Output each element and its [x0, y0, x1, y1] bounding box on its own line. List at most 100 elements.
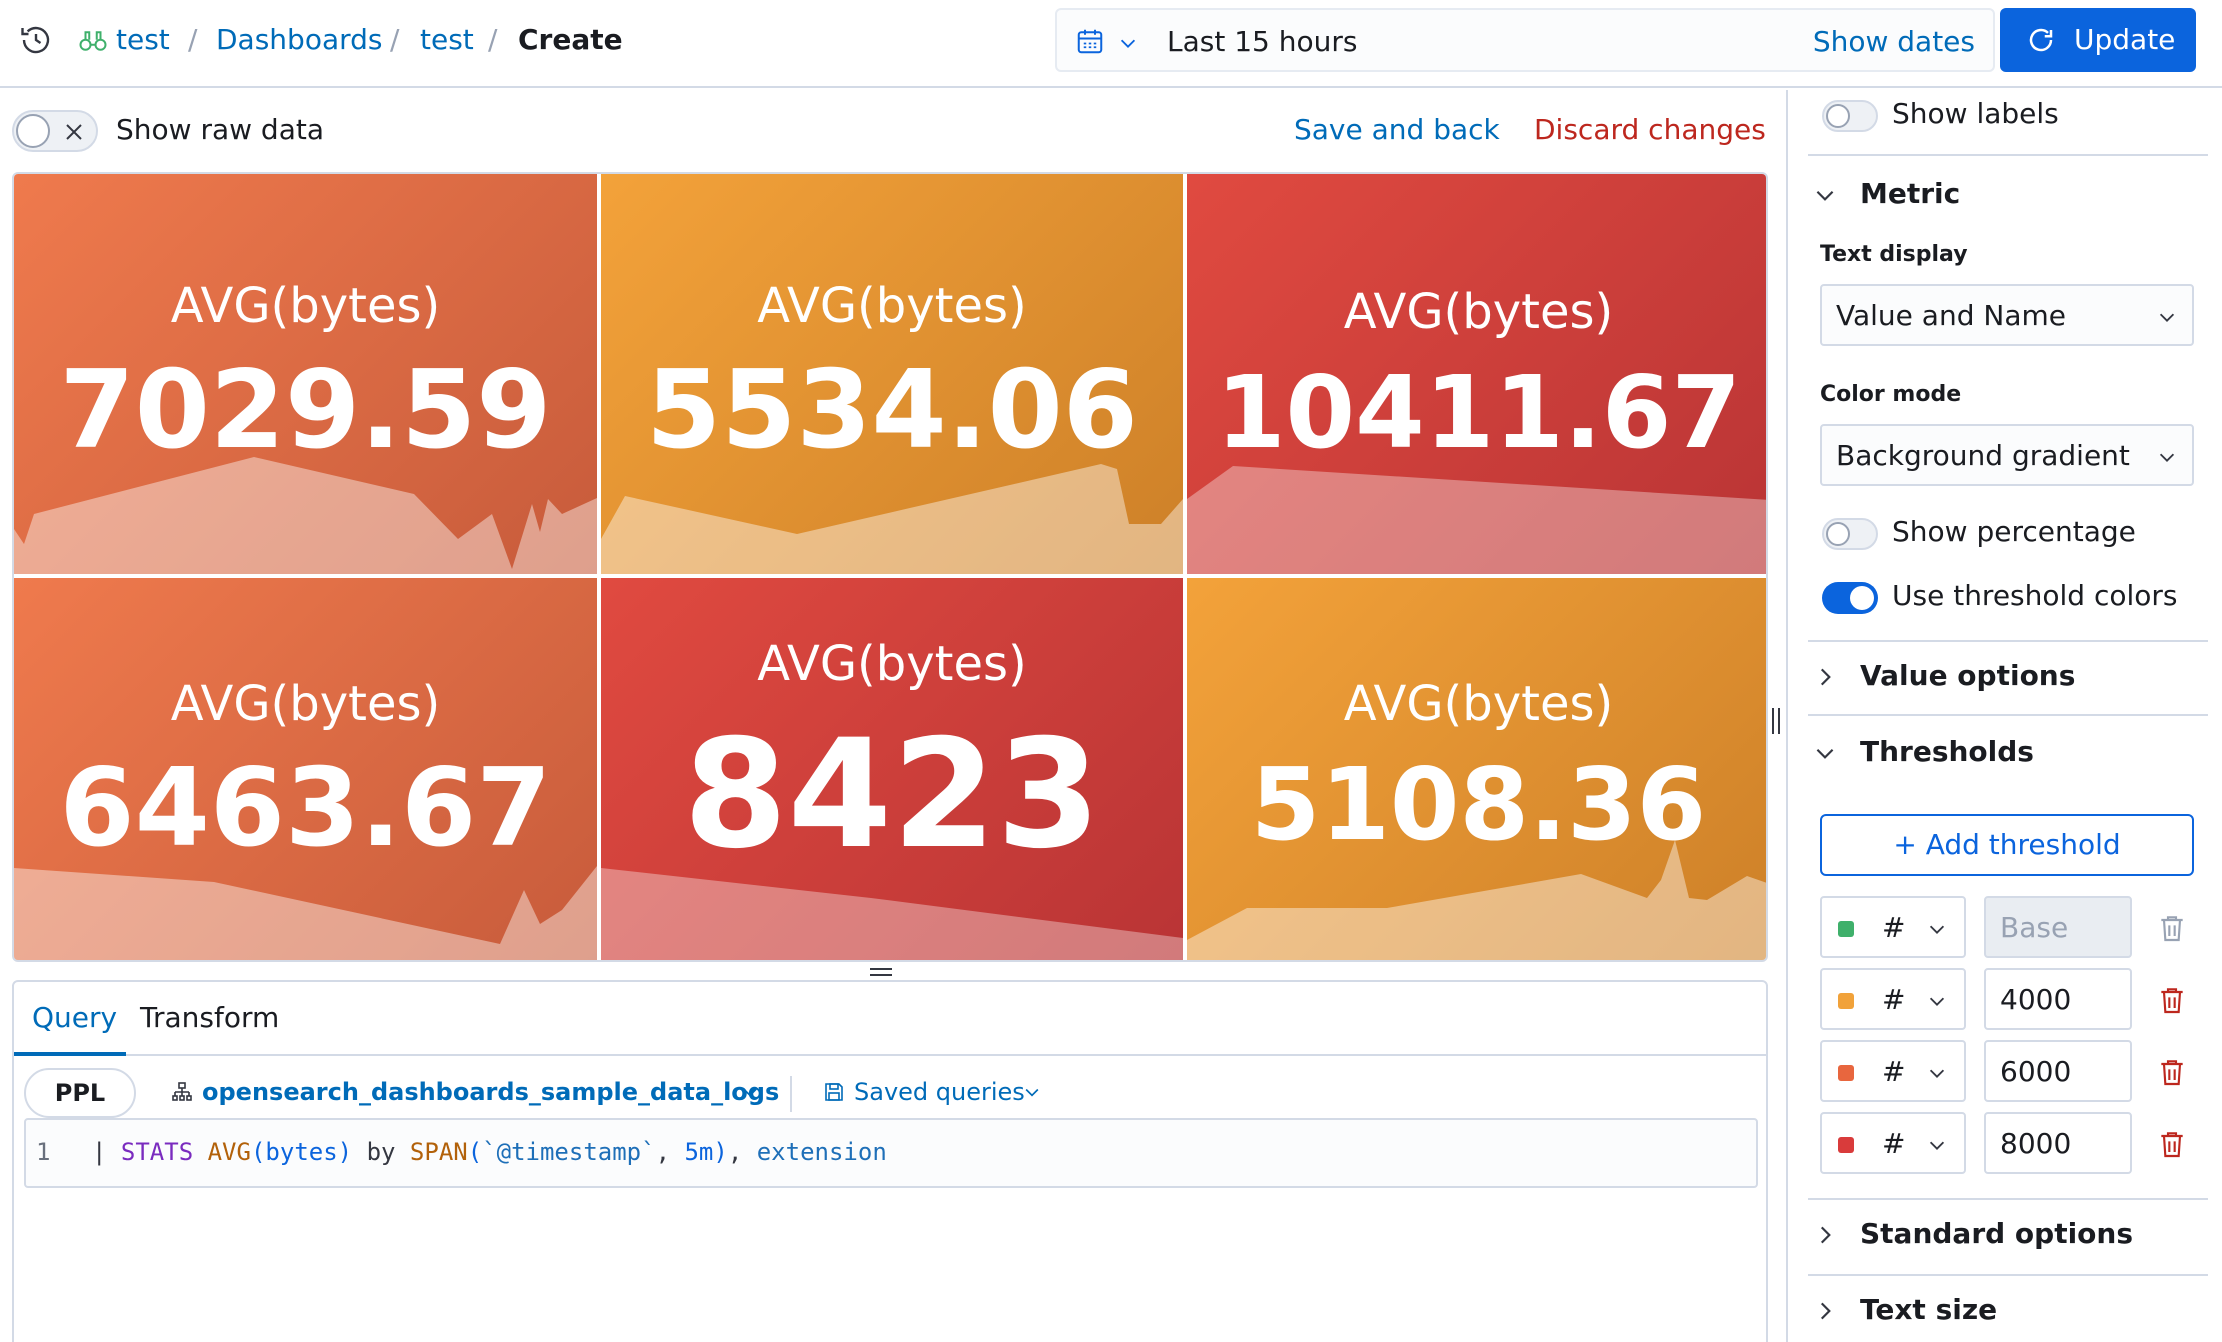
- chevron-down-icon[interactable]: [1812, 182, 1838, 208]
- show-dates-link[interactable]: Show dates: [1813, 24, 1975, 60]
- chevron-right-icon[interactable]: [1812, 664, 1838, 690]
- color-mode-value: Background gradient: [1836, 439, 2130, 472]
- section-divider: [1808, 1198, 2208, 1200]
- value-options-section[interactable]: Value options: [1860, 658, 2075, 694]
- trash-icon: [2161, 916, 2183, 942]
- refresh-icon: [2029, 28, 2053, 52]
- show-percentage-toggle[interactable]: [1822, 518, 1878, 550]
- tab-query[interactable]: Query: [32, 1000, 117, 1036]
- show-percentage-label: Show percentage: [1892, 515, 2136, 548]
- toggle-knob: [1850, 586, 1874, 610]
- trash-icon[interactable]: [2156, 1056, 2188, 1088]
- add-threshold-button[interactable]: + Add threshold: [1820, 814, 2194, 876]
- chevron-down-icon: [2159, 453, 2175, 462]
- threshold-color-picker[interactable]: #: [1820, 1112, 1966, 1174]
- index-pattern-icon: [172, 1082, 192, 1101]
- update-label: Update: [2074, 23, 2176, 56]
- standard-options-section[interactable]: Standard options: [1860, 1216, 2133, 1252]
- show-labels-label: Show labels: [1892, 97, 2059, 130]
- toggle-knob: [1826, 104, 1850, 128]
- tile-divider: [1183, 174, 1187, 960]
- threshold-value-input[interactable]: 4000: [1984, 968, 2132, 1030]
- hash-label: #: [1882, 983, 1906, 1016]
- hash-label: #: [1882, 1055, 1906, 1088]
- threshold-value: Base: [2000, 911, 2069, 944]
- toggle-knob: [16, 114, 50, 148]
- chevron-right-icon[interactable]: [1812, 1298, 1838, 1324]
- line-number: 1: [36, 1138, 51, 1166]
- resize-handle-icon[interactable]: [868, 966, 894, 978]
- date-picker[interactable]: Last 15 hours Show dates: [1055, 8, 1995, 72]
- threshold-color-picker[interactable]: #: [1820, 896, 1966, 958]
- metric-tile: AVG(bytes) 5534.06: [601, 174, 1183, 574]
- update-button[interactable]: Update: [2000, 8, 2196, 72]
- text-display-select[interactable]: Value and Name: [1820, 284, 2194, 346]
- save-icon: [825, 1083, 843, 1101]
- hash-label: #: [1882, 1127, 1906, 1160]
- code-paren: (: [467, 1138, 483, 1166]
- app-root: test / Dashboards / test / Create Last 1…: [0, 0, 2222, 1342]
- thresholds-section-title[interactable]: Thresholds: [1860, 734, 2034, 770]
- text-size-section[interactable]: Text size: [1860, 1292, 1997, 1328]
- saved-queries-button[interactable]: Saved queries: [854, 1074, 1025, 1110]
- metric-label: AVG(bytes): [1343, 676, 1614, 732]
- panel-resize-grip-icon[interactable]: [1770, 706, 1782, 736]
- metric-label: AVG(bytes): [170, 278, 441, 334]
- metric-value: 7029.59: [59, 348, 552, 473]
- query-code[interactable]: | STATS AVG(bytes) by SPAN(`@timestamp`,…: [92, 1138, 887, 1166]
- threshold-value-input[interactable]: 6000: [1984, 1040, 2132, 1102]
- threshold-value-input[interactable]: 8000: [1984, 1112, 2132, 1174]
- query-panel: Query Transform PPL opensearch_dashboard…: [12, 980, 1768, 1342]
- chevron-down-icon: [1929, 1141, 1945, 1150]
- toggle-knob: [1826, 522, 1850, 546]
- chevron-down-icon[interactable]: [1812, 740, 1838, 766]
- threshold-value-input: Base: [1984, 896, 2132, 958]
- section-divider: [1808, 1274, 2208, 1276]
- calendar-icon[interactable]: [1075, 26, 1105, 56]
- binoculars-icon: [79, 31, 107, 51]
- tile-divider: [597, 174, 601, 960]
- save-and-back-button[interactable]: Save and back: [1294, 112, 1500, 148]
- code-avg: AVG: [207, 1138, 251, 1166]
- tab-transform[interactable]: Transform: [140, 1000, 279, 1036]
- metric-value: 10411.67: [1215, 354, 1742, 471]
- datasource-selector[interactable]: opensearch_dashboards_sample_data_logs: [202, 1074, 779, 1110]
- breadcrumb-dashboards[interactable]: Dashboards: [216, 22, 383, 58]
- threshold-color-picker[interactable]: #: [1820, 1040, 1966, 1102]
- query-language-button[interactable]: PPL: [24, 1068, 136, 1118]
- chevron-down-icon[interactable]: [740, 1082, 760, 1102]
- chevron-down-icon[interactable]: [1022, 1082, 1042, 1102]
- trash-icon[interactable]: [2156, 1128, 2188, 1160]
- section-divider: [1808, 154, 2208, 156]
- code-pipe: |: [92, 1138, 121, 1166]
- metric-value: 8423: [683, 708, 1101, 882]
- chevron-down-icon: [1929, 925, 1945, 934]
- code-comma: ,: [727, 1138, 757, 1166]
- trash-icon[interactable]: [2156, 984, 2188, 1016]
- show-labels-toggle[interactable]: [1822, 100, 1878, 132]
- use-threshold-colors-toggle[interactable]: [1822, 582, 1878, 614]
- query-tabs: Query Transform: [14, 982, 1766, 1056]
- chevron-right-icon[interactable]: [1812, 1222, 1838, 1248]
- breadcrumb-test[interactable]: test: [116, 22, 170, 58]
- chevron-down-icon[interactable]: [1117, 32, 1139, 54]
- color-mode-select[interactable]: Background gradient: [1820, 424, 2194, 486]
- discard-changes-button[interactable]: Discard changes: [1534, 112, 1766, 148]
- text-display-label: Text display: [1820, 242, 1968, 267]
- show-raw-data-toggle[interactable]: [12, 110, 98, 152]
- breadcrumb-test-2[interactable]: test: [420, 22, 474, 58]
- metric-tile: AVG(bytes) 5108.36: [1187, 578, 1766, 960]
- divider: [790, 1076, 792, 1112]
- show-raw-data-label: Show raw data: [116, 113, 324, 146]
- metric-section-title[interactable]: Metric: [1860, 176, 1960, 212]
- date-range-text[interactable]: Last 15 hours: [1167, 24, 1357, 60]
- threshold-color-picker[interactable]: #: [1820, 968, 1966, 1030]
- history-icon[interactable]: [18, 22, 54, 58]
- query-editor[interactable]: 1 | STATS AVG(bytes) by SPAN(`@timestamp…: [24, 1118, 1758, 1188]
- chevron-down-icon: [1929, 997, 1945, 1006]
- code-timestamp: `@timestamp`: [482, 1138, 656, 1166]
- code-interval: 5m): [684, 1138, 728, 1166]
- breadcrumb-current: Create: [518, 23, 623, 56]
- color-swatch: [1838, 1065, 1854, 1081]
- metric-tile: AVG(bytes) 8423: [601, 578, 1183, 960]
